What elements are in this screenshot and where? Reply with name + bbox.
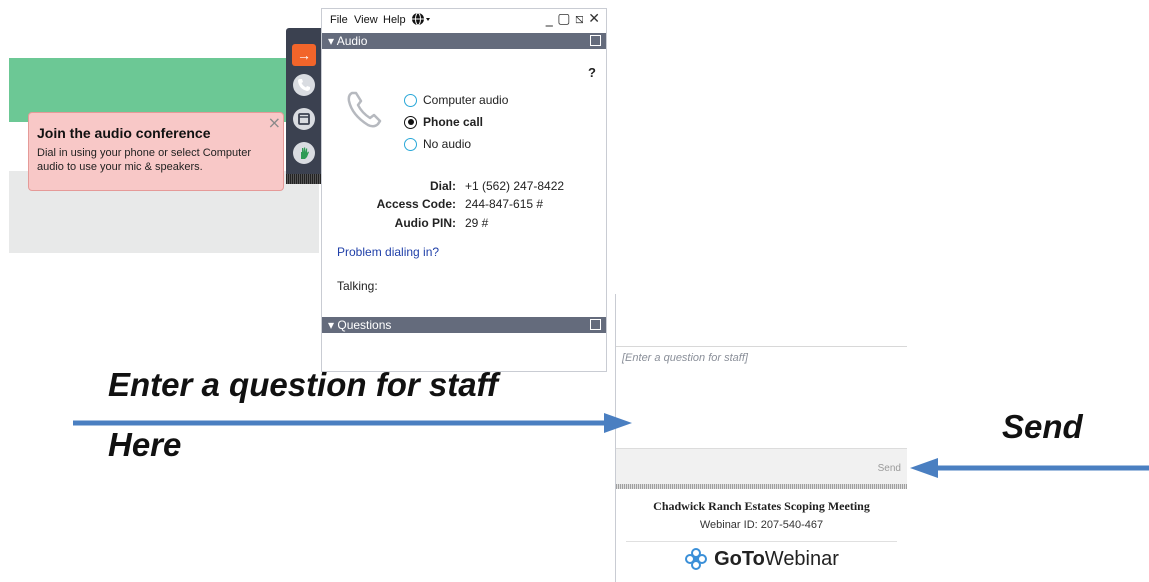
control-panel-sidebar: → <box>286 28 321 184</box>
tooltip-body: Dial in using your phone or select Compu… <box>37 147 252 173</box>
questions-section-header[interactable]: ▾ Questions <box>322 317 606 333</box>
popout-icon[interactable] <box>590 319 601 330</box>
radio-phone-call[interactable]: Phone call <box>404 115 483 129</box>
brand-goto: GoTo <box>714 547 765 570</box>
phone-icon[interactable] <box>293 74 315 96</box>
webinar-id: Webinar ID: 207-540-467 <box>699 519 824 531</box>
questions-panel: [Enter a question for staff] Send Chadwi… <box>615 294 907 582</box>
audio-section-title: Audio <box>336 34 368 48</box>
radio-button[interactable] <box>404 137 417 151</box>
menu-bar: File View Help _ ▢ ⧅ ✕ <box>322 9 606 33</box>
menu-file[interactable]: File <box>330 14 348 26</box>
dial-label: Dial: <box>429 179 456 193</box>
radio-button[interactable] <box>404 93 417 107</box>
questions-section-title: Questions <box>337 318 392 332</box>
globe-icon[interactable] <box>411 12 431 29</box>
audio-help-icon[interactable]: ? <box>588 65 596 80</box>
audio-pin-label: Audio PIN: <box>394 216 456 230</box>
talking-label: Talking: <box>337 279 378 293</box>
question-list-divider <box>616 346 907 347</box>
radio-label: No audio <box>423 137 472 151</box>
arrow-to-send-button <box>910 458 1149 478</box>
radio-label: Computer audio <box>423 93 509 107</box>
annotation-enter-question: Enter a question for staff <box>108 366 498 403</box>
radio-button-selected[interactable] <box>404 115 417 129</box>
gotowebinar-logo: GoTo Webinar <box>616 547 907 571</box>
window-controls[interactable]: _ ▢ ⧅ ✕ <box>546 11 600 27</box>
menu-help[interactable]: Help <box>383 14 406 26</box>
access-code-label: Access Code: <box>376 197 456 211</box>
collapse-triangle-icon: ▾ <box>328 34 337 48</box>
audio-pin-value: 29 # <box>465 216 489 230</box>
panel-grip[interactable] <box>616 484 907 489</box>
dial-value: +1 (562) 247-8422 <box>465 179 565 193</box>
meeting-title: Chadwick Ranch Estates Scoping Meeting <box>653 499 870 513</box>
brand-webinar: Webinar <box>764 547 839 570</box>
radio-no-audio[interactable]: No audio <box>404 137 471 151</box>
raise-hand-icon[interactable] <box>293 142 315 164</box>
window-icon[interactable] <box>293 108 315 130</box>
gotowebinar-flower-icon <box>685 548 708 570</box>
gotowebinar-control-panel: File View Help _ ▢ ⧅ ✕ ▾ Audio ? Compute… <box>321 8 607 372</box>
radio-label: Phone call <box>423 115 484 129</box>
collapse-triangle-icon: ▾ <box>328 318 338 332</box>
problem-dialing-link[interactable]: Problem dialing in? <box>337 245 439 259</box>
tooltip-close-icon[interactable]: × <box>268 113 281 132</box>
menu-view[interactable]: View <box>354 14 378 26</box>
send-button[interactable]: Send <box>878 463 901 474</box>
annotation-here: Here <box>108 426 182 463</box>
phone-handset-icon <box>347 91 382 128</box>
question-input[interactable]: [Enter a question for staff] <box>622 352 748 364</box>
popout-icon[interactable] <box>590 35 601 46</box>
collapse-arrow-icon[interactable]: → <box>292 44 316 66</box>
sidebar-grip[interactable] <box>286 174 321 184</box>
radio-computer-audio[interactable]: Computer audio <box>404 93 508 107</box>
send-bar: Send <box>616 448 907 485</box>
annotation-send: Send <box>1002 408 1083 445</box>
audio-conference-tooltip: × Join the audio conference Dial in usin… <box>28 112 284 191</box>
access-code-value: 244-847-615 # <box>465 197 544 211</box>
brand-divider <box>626 541 897 542</box>
tooltip-title: Join the audio conference <box>37 125 211 141</box>
audio-section-header[interactable]: ▾ Audio <box>322 33 606 49</box>
